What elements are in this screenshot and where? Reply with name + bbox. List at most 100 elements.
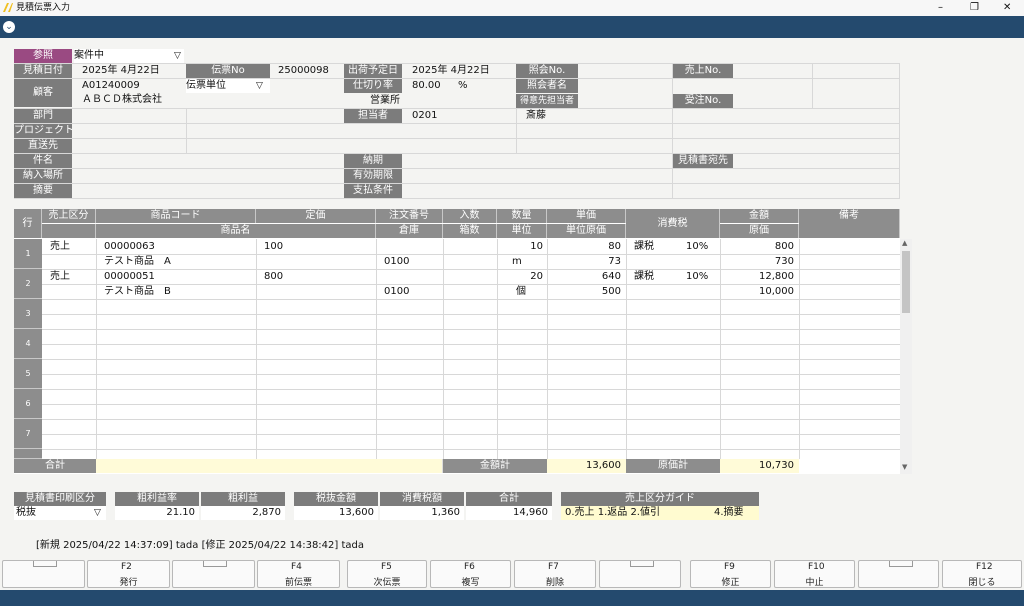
fkey-f10-cancel[interactable]: F10 中止 — [774, 560, 855, 588]
title-bar: 見積伝票入力 – ❐ ✕ — [0, 0, 1024, 16]
row2-genka-tanka[interactable]: 500 — [547, 284, 621, 299]
minimize-icon[interactable]: – — [938, 1, 943, 15]
divider — [42, 449, 900, 450]
row1-zei-kubun[interactable]: 課税 — [634, 239, 654, 254]
divider — [812, 63, 813, 108]
col-suryo: 数量 — [497, 209, 547, 223]
scroll-down-icon[interactable]: ▼ — [902, 463, 907, 471]
tekiyo-label: 摘要 — [14, 184, 72, 198]
divider — [186, 108, 187, 153]
divider — [14, 123, 900, 124]
shukka-label: 出荷予定日 — [344, 64, 402, 78]
close-icon[interactable]: ✕ — [1003, 1, 1011, 15]
fkey-f9-edit[interactable]: F9 修正 — [690, 560, 771, 588]
tantosha-code-input[interactable]: 0201 — [412, 109, 437, 123]
chevron-down-icon[interactable]: ▽ — [256, 79, 263, 93]
row2-code[interactable]: 00000051 — [104, 269, 155, 284]
shukka-date-input[interactable]: 2025年 4月22日 — [412, 64, 490, 78]
col-soko: 倉庫 — [376, 224, 443, 238]
col-genka: 原価 — [720, 224, 799, 238]
denpyo-no-label: 伝票No — [186, 64, 270, 78]
divider — [42, 374, 900, 375]
divider — [899, 63, 900, 198]
chevron-down-icon[interactable]: ⌄ — [3, 21, 15, 33]
col-irisu: 入数 — [443, 209, 497, 223]
divider — [42, 314, 900, 315]
col-name: 商品名 — [96, 224, 376, 238]
divider — [14, 153, 900, 154]
fkey-f7-delete[interactable]: F7 削除 — [514, 560, 596, 588]
row1-genka: 730 — [774, 256, 794, 267]
insatsu-select[interactable]: 税抜 — [14, 506, 106, 520]
row2-soko[interactable]: 0100 — [384, 284, 409, 299]
mitsumori-date-input[interactable]: 2025年 4月22日 — [82, 64, 160, 78]
row1-tanka[interactable]: 80 — [547, 239, 621, 254]
chevron-down-icon[interactable]: ▽ — [174, 49, 181, 63]
col-biko: 備考 — [799, 209, 900, 238]
row-number: 6 — [14, 389, 42, 419]
col-gyo: 行 — [14, 209, 42, 238]
row1-code[interactable]: 00000063 — [104, 239, 155, 254]
divider — [626, 239, 627, 459]
fkey-blank-11[interactable] — [858, 560, 939, 588]
grid-scrollbar[interactable]: ▲ ▼ — [900, 239, 912, 474]
sansho-select[interactable]: 案件中 — [74, 49, 184, 63]
divider — [42, 344, 900, 345]
scroll-up-icon[interactable]: ▲ — [902, 239, 907, 247]
row2-kubun[interactable]: 売上 — [50, 269, 70, 284]
fkey-f6-copy[interactable]: F6 複写 — [430, 560, 511, 588]
row2-zei-rate: 10% — [686, 271, 709, 282]
fkey-f5-next[interactable]: F5 次伝票 — [347, 560, 427, 588]
row1-soko[interactable]: 0100 — [384, 254, 409, 269]
uriage-no-label: 売上No. — [673, 64, 733, 78]
zeigaku-label: 消費税額 — [380, 492, 464, 506]
divider — [14, 198, 900, 199]
chevron-down-icon[interactable]: ▽ — [94, 506, 101, 520]
tantosha-label: 担当者 — [344, 109, 402, 123]
divider — [42, 359, 900, 360]
row1-suryo[interactable]: 10 — [497, 239, 543, 254]
col-kubun-2 — [42, 224, 96, 238]
row2-suryo[interactable]: 20 — [497, 269, 543, 284]
zeinuki-label: 税抜金額 — [294, 492, 378, 506]
row-number: 5 — [14, 359, 42, 389]
menu-bar: ⌄ — [0, 16, 1024, 38]
row2-tani[interactable]: 個 — [516, 284, 526, 299]
row1-tani[interactable]: m — [512, 254, 522, 269]
divider — [14, 108, 900, 109]
arari-label: 粗利益 — [201, 492, 285, 506]
kenmei-label: 件名 — [14, 154, 72, 168]
row1-teika[interactable]: 100 — [264, 239, 283, 254]
kokyaku-code-input[interactable]: A01240009 — [82, 79, 140, 93]
gokei-label: 合計 — [466, 492, 552, 506]
fkey-f4-prev[interactable]: F4 前伝票 — [257, 560, 340, 588]
fkey-f12-close[interactable]: F12 閉じる — [942, 560, 1022, 588]
fkey-blank-1[interactable] — [2, 560, 85, 588]
row2-tanka[interactable]: 640 — [547, 269, 621, 284]
scroll-thumb[interactable] — [902, 251, 910, 313]
row2-teika[interactable]: 800 — [264, 269, 283, 284]
divider — [42, 389, 900, 390]
fkey-f2-hakko[interactable]: F2 発行 — [87, 560, 170, 588]
row1-name[interactable]: テスト商品 A — [104, 254, 171, 269]
divider — [516, 108, 517, 153]
fkey-blank-8[interactable] — [599, 560, 681, 588]
zeigaku-value: 1,360 — [380, 506, 464, 520]
project-label: プロジェクト — [14, 124, 72, 138]
row1-genka-tanka[interactable]: 73 — [547, 254, 621, 269]
row2-name[interactable]: テスト商品 B — [104, 284, 171, 299]
app-logo-icon — [3, 3, 13, 12]
window-title: 見積伝票入力 — [16, 3, 71, 13]
row2-zei-kubun[interactable]: 課税 — [634, 269, 654, 284]
row1-zei-rate: 10% — [686, 241, 709, 252]
genka-kei-value: 10,730 — [720, 459, 799, 473]
fkey-blank-3[interactable] — [172, 560, 255, 588]
kokyaku-name: ＡＢＣＤ株式会社 — [82, 94, 162, 105]
divider — [14, 78, 900, 79]
denpyo-no-input[interactable]: 25000098 — [278, 64, 329, 78]
maximize-icon[interactable]: ❐ — [970, 1, 979, 15]
mitsumori-date-label: 見積日付 — [14, 64, 72, 78]
col-zei: 消費税 — [626, 209, 720, 238]
shikiri-input[interactable]: 80.00 — [412, 79, 441, 93]
row1-kubun[interactable]: 売上 — [50, 239, 70, 254]
